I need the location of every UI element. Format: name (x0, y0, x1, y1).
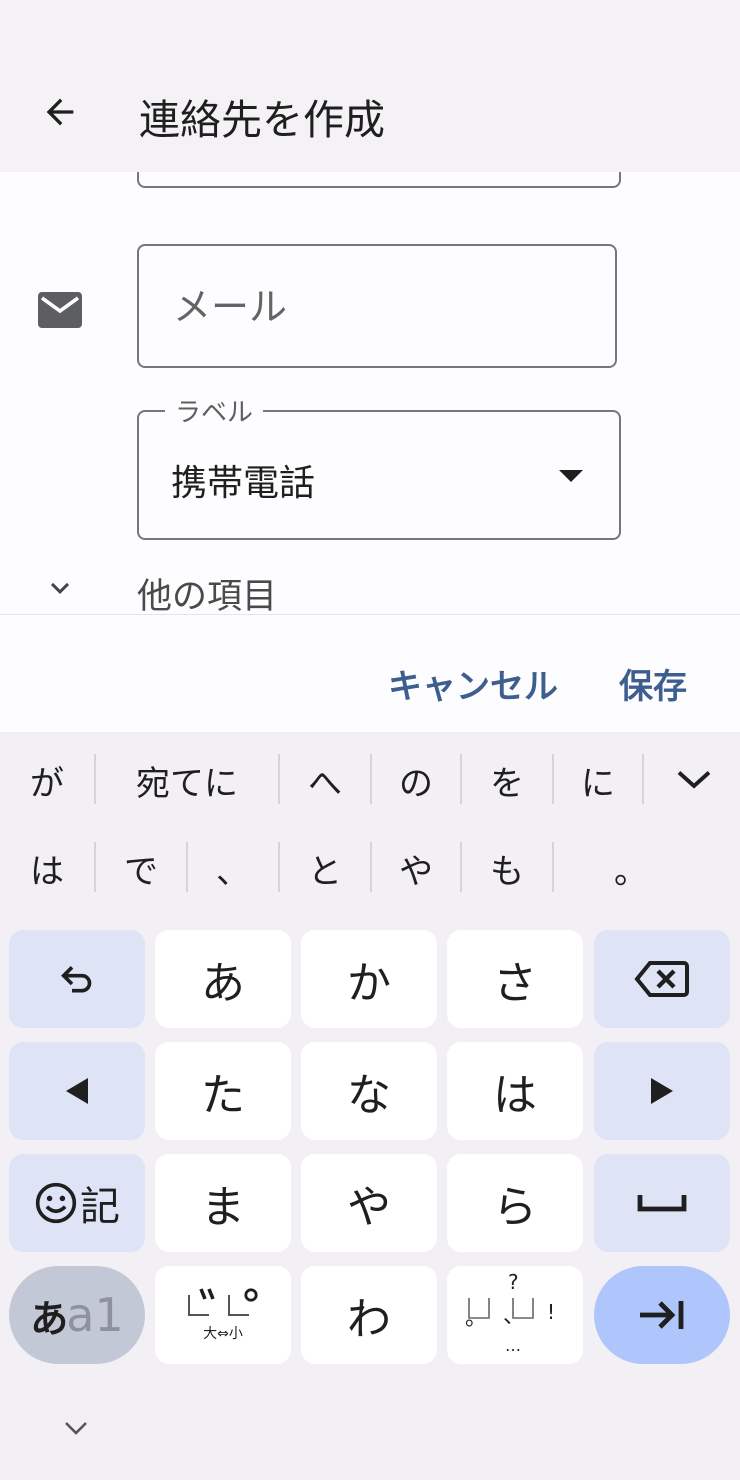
emoji-symbol-key[interactable]: 記 (9, 1154, 145, 1252)
key-ya[interactable]: や (301, 1154, 437, 1252)
app-bar: 連絡先を作成 (0, 0, 740, 172)
suggestion-item[interactable]: を (462, 740, 552, 820)
chevron-down-icon (677, 771, 711, 789)
size-toggle-label: 大⇔小 (203, 1326, 243, 1342)
email-field[interactable] (137, 244, 617, 368)
key-ra[interactable]: ら (447, 1154, 583, 1252)
arrow-back-icon (46, 98, 74, 126)
key-a[interactable]: あ (155, 930, 291, 1028)
chevron-down-icon (65, 1422, 87, 1435)
emoji-icon (35, 1182, 77, 1224)
dropdown-arrow-icon (559, 470, 583, 482)
label-dropdown[interactable]: ラベル 携帯電話 (137, 392, 621, 540)
arrow-right-icon (651, 1078, 673, 1104)
key-na[interactable]: な (301, 1042, 437, 1140)
suggestion-item[interactable]: も (462, 828, 552, 908)
suggestion-item[interactable]: 宛てに (96, 740, 278, 820)
suggestion-bar: が 宛てに へ の を に は で 、 と や も 。 (0, 732, 740, 920)
more-fields-button[interactable]: 他の項目 (137, 568, 277, 614)
flick-keyboard: あ か さ た な は 記 ま や ら あ a1 大⇔小 わ ? 。 、 ! … (0, 920, 740, 1480)
symbol-label: 記 (80, 1184, 120, 1230)
chevron-down-icon[interactable] (40, 570, 80, 606)
key-wa[interactable]: わ (301, 1266, 437, 1364)
dakuten-key[interactable]: 大⇔小 (155, 1266, 291, 1364)
email-input[interactable] (171, 278, 575, 336)
punct-mid: 、 (503, 1304, 526, 1329)
cancel-button[interactable]: キャンセル (388, 659, 558, 708)
hide-keyboard-button[interactable] (56, 1408, 96, 1448)
backspace-icon (634, 961, 689, 997)
save-button[interactable]: 保存 (619, 659, 687, 708)
key-ka[interactable]: か (301, 930, 437, 1028)
label-legend: ラベル (165, 392, 264, 429)
dakuten-icon (188, 1288, 258, 1316)
undo-key[interactable] (9, 930, 145, 1028)
input-mode-key[interactable]: あ a1 (9, 1266, 145, 1364)
punct-top: ? (508, 1270, 519, 1294)
punct-right: ! (547, 1300, 556, 1324)
suggestion-item[interactable]: は (0, 828, 94, 908)
space-icon (637, 1195, 687, 1212)
email-icon (38, 292, 82, 328)
punctuation-key[interactable]: ? 。 、 ! … (447, 1266, 583, 1364)
punct-bottom: … (505, 1336, 521, 1355)
previous-field-edge[interactable] (137, 172, 621, 188)
expand-suggestions-button[interactable] (672, 760, 716, 800)
arrow-left-icon (66, 1078, 88, 1104)
suggestion-item[interactable]: が (0, 740, 94, 820)
key-ma[interactable]: ま (155, 1154, 291, 1252)
suggestion-divider (642, 754, 644, 804)
tab-next-icon (640, 1301, 684, 1329)
cursor-right-key[interactable] (594, 1042, 730, 1140)
backspace-key[interactable] (594, 930, 730, 1028)
suggestion-item[interactable]: と (280, 828, 370, 908)
action-bar: キャンセル 保存 (0, 614, 740, 733)
label-value: 携帯電話 (171, 463, 316, 504)
suggestion-item[interactable]: 、 (188, 828, 278, 908)
suggestion-item[interactable]: へ (280, 740, 370, 820)
key-sa[interactable]: さ (447, 930, 583, 1028)
key-ta[interactable]: た (155, 1042, 291, 1140)
enter-next-key[interactable] (594, 1266, 730, 1364)
suggestion-row-1: が 宛てに へ の を に (0, 740, 740, 820)
mode-hiragana: あ (30, 1296, 69, 1341)
contact-form: ラベル 携帯電話 他の項目 (0, 172, 740, 614)
suggestion-item[interactable]: に (554, 740, 642, 820)
back-button[interactable] (28, 84, 92, 140)
page-title: 連絡先を作成 (139, 96, 385, 144)
suggestion-item[interactable]: の (372, 740, 460, 820)
suggestion-item[interactable]: や (372, 828, 460, 908)
suggestion-item[interactable]: で (96, 828, 186, 908)
space-key[interactable] (594, 1154, 730, 1252)
suggestion-row-2: は で 、 と や も 。 (0, 828, 740, 908)
cursor-left-key[interactable] (9, 1042, 145, 1140)
key-ha[interactable]: は (447, 1042, 583, 1140)
suggestion-item[interactable]: 。 (586, 828, 676, 908)
undo-icon (61, 966, 92, 993)
mode-latin: a1 (66, 1288, 124, 1342)
suggestion-divider (552, 842, 554, 892)
